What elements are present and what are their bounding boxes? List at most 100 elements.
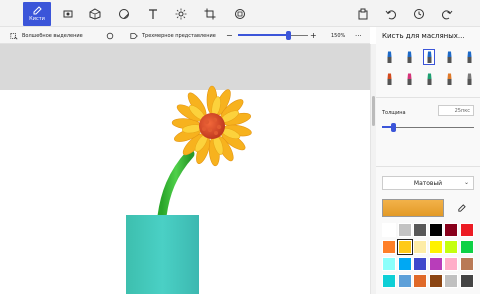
watercolor-brush-button[interactable] xyxy=(443,49,455,65)
color-swatch[interactable] xyxy=(382,257,396,271)
crayon-icon xyxy=(427,73,431,85)
divider xyxy=(376,166,480,167)
color-swatch[interactable] xyxy=(382,240,396,254)
color-swatch[interactable] xyxy=(413,274,427,288)
effects-icon xyxy=(175,8,187,20)
finish-value: Матовый xyxy=(413,179,443,187)
flower-petals xyxy=(171,85,252,167)
text-button[interactable] xyxy=(140,3,166,25)
marker-brush-icon xyxy=(387,51,391,63)
eyedropper-icon xyxy=(457,203,466,212)
color-swatch[interactable] xyxy=(459,274,474,288)
redo-icon xyxy=(442,10,453,20)
view-3d-button[interactable]: Трехмерное представление xyxy=(130,27,216,44)
color-swatch[interactable] xyxy=(413,240,427,254)
color-swatch[interactable] xyxy=(382,274,396,288)
thickness-slider-thumb[interactable] xyxy=(391,123,397,132)
eraser-icon xyxy=(407,73,411,85)
canvas-button[interactable] xyxy=(197,3,223,25)
stickers-button[interactable] xyxy=(111,3,137,25)
chevron-down-icon: ⌄ xyxy=(463,179,469,186)
color-swatch[interactable] xyxy=(413,223,427,237)
history-button[interactable] xyxy=(406,3,432,25)
undo-button[interactable] xyxy=(378,3,404,25)
pixel-pen-button[interactable] xyxy=(463,49,475,65)
brushes-button[interactable]: Кисти xyxy=(23,2,51,26)
color-swatch[interactable] xyxy=(444,223,458,237)
color-swatch[interactable] xyxy=(397,257,412,271)
zoom-value-label: 150% xyxy=(331,32,346,39)
history-icon xyxy=(414,9,424,19)
brushes-label: Кисти xyxy=(29,16,45,22)
flower-stem xyxy=(157,149,195,221)
magic-select-icon xyxy=(10,32,18,39)
pencil-button[interactable] xyxy=(383,71,395,87)
2d-shapes-icon xyxy=(63,10,73,18)
text-icon xyxy=(149,9,157,19)
color-swatch[interactable] xyxy=(428,274,443,288)
divider xyxy=(376,97,480,98)
color-swatch[interactable] xyxy=(428,257,443,271)
brush-icon xyxy=(33,6,42,15)
marker-brush-button[interactable] xyxy=(383,49,395,65)
color-swatch[interactable] xyxy=(459,240,474,254)
calligraphy-pen-button[interactable] xyxy=(403,49,415,65)
more-icon: ··· xyxy=(355,31,362,40)
color-swatch[interactable] xyxy=(413,257,427,271)
brushes-panel: Кисть для масляных... Толщина 25пкс Мато… xyxy=(376,27,480,294)
minus-icon: − xyxy=(226,31,233,40)
redo-button[interactable] xyxy=(434,3,460,25)
color-swatch[interactable] xyxy=(459,257,474,271)
magic-select-button[interactable]: Волшебное выделение xyxy=(10,27,83,44)
oil-brush-button[interactable] xyxy=(423,49,435,65)
top-toolbar: Кисти xyxy=(0,0,480,27)
sticker-toggle-icon xyxy=(106,32,114,39)
canvas-drawing[interactable] xyxy=(0,44,370,294)
thickness-input[interactable]: 25пкс xyxy=(438,105,474,116)
pixel-pen-icon xyxy=(467,51,471,63)
magic-select-label: Волшебное выделение xyxy=(22,32,83,39)
3d-library-button[interactable] xyxy=(227,3,253,25)
color-swatch[interactable] xyxy=(382,223,396,237)
current-color-swatch[interactable] xyxy=(382,199,444,217)
fill-button[interactable] xyxy=(463,71,475,87)
color-swatch[interactable] xyxy=(397,223,412,237)
vase xyxy=(126,215,199,294)
panel-title: Кисть для масляных... xyxy=(382,32,465,40)
canvas-icon xyxy=(204,8,216,20)
more-options-button[interactable]: ··· xyxy=(355,27,362,44)
stickers-icon xyxy=(119,9,129,19)
color-swatch[interactable] xyxy=(444,240,458,254)
paste-button[interactable] xyxy=(350,3,376,25)
canvas-area[interactable] xyxy=(0,44,370,294)
color-swatch[interactable] xyxy=(428,240,443,254)
color-swatch[interactable] xyxy=(444,274,458,288)
color-swatch[interactable] xyxy=(459,223,474,237)
color-swatch[interactable] xyxy=(396,239,413,255)
zoom-in-button[interactable]: + xyxy=(310,27,317,44)
3d-shapes-icon xyxy=(89,8,101,20)
view-3d-icon xyxy=(130,32,138,39)
calligraphy-pen-icon xyxy=(407,51,411,63)
color-swatch[interactable] xyxy=(428,223,443,237)
effects-button[interactable] xyxy=(168,3,194,25)
pencil-icon xyxy=(387,73,391,85)
3d-library-icon xyxy=(235,9,245,19)
eraser-button[interactable] xyxy=(403,71,415,87)
sticker-toggle-button[interactable] xyxy=(106,27,114,44)
zoom-value: 150% xyxy=(331,27,345,44)
scrollbar-thumb[interactable] xyxy=(372,96,375,126)
color-swatch[interactable] xyxy=(444,257,458,271)
thickness-label: Толщина xyxy=(382,110,406,116)
2d-shapes-button[interactable] xyxy=(55,3,81,25)
plus-icon: + xyxy=(310,31,317,40)
color-swatch[interactable] xyxy=(397,274,412,288)
spray-can-button[interactable] xyxy=(443,71,455,87)
zoom-out-button[interactable]: − xyxy=(226,27,233,44)
crayon-button[interactable] xyxy=(423,71,435,87)
zoom-slider-thumb[interactable] xyxy=(286,31,292,40)
zoom-slider-fill xyxy=(238,34,289,36)
3d-shapes-button[interactable] xyxy=(82,3,108,25)
finish-dropdown[interactable]: Матовый ⌄ xyxy=(382,176,474,190)
eyedropper-button[interactable] xyxy=(453,199,469,217)
